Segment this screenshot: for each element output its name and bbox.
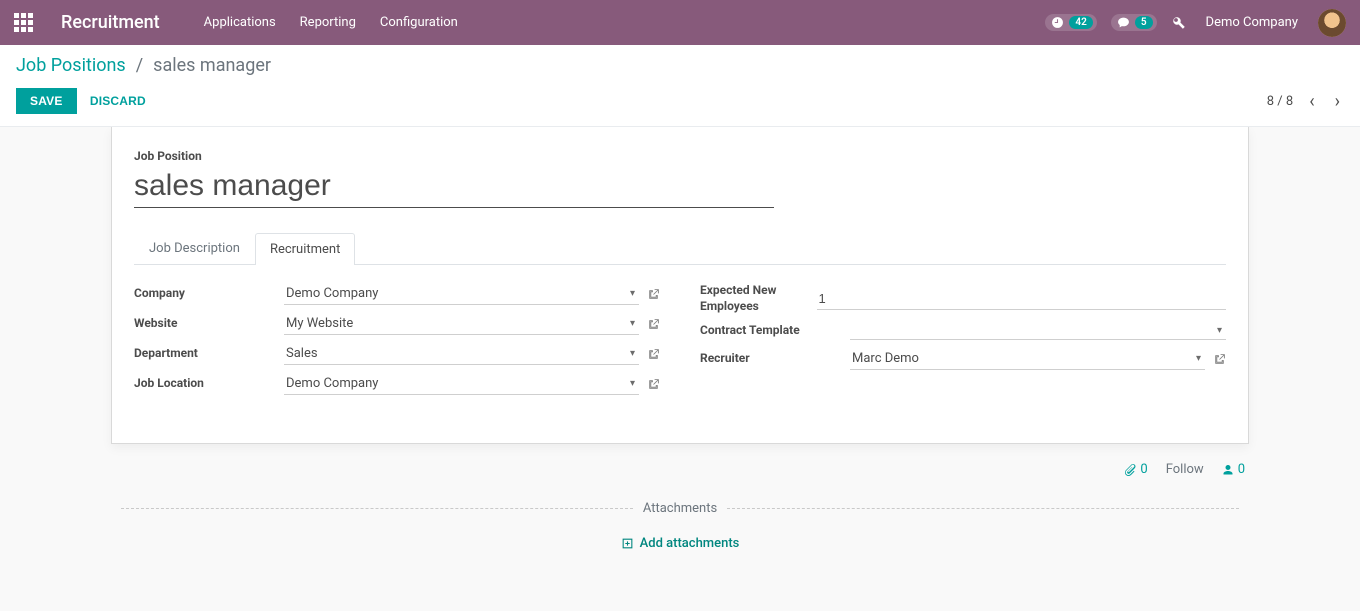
external-link-icon — [647, 348, 660, 361]
recruiter-value: Marc Demo — [852, 351, 919, 366]
tab-body: Company Demo Company ▾ Website My Websit… — [134, 265, 1226, 403]
tab-recruitment[interactable]: Recruitment — [255, 233, 355, 265]
apps-icon[interactable] — [14, 13, 33, 32]
nav-configuration[interactable]: Configuration — [380, 15, 458, 30]
website-value: My Website — [286, 316, 353, 331]
control-bar: Job Positions / sales manager SAVE DISCA… — [0, 45, 1360, 127]
external-link-icon — [1213, 353, 1226, 366]
breadcrumb-current: sales manager — [153, 55, 271, 76]
location-value: Demo Company — [286, 376, 378, 391]
location-input[interactable]: Demo Company ▾ — [284, 373, 639, 395]
chatter: 0 Follow 0 Attachments Add attachments — [111, 454, 1249, 551]
contract-label: Contract Template — [700, 323, 850, 339]
chevron-down-icon[interactable]: ▾ — [626, 288, 639, 299]
nav-applications[interactable]: Applications — [204, 15, 276, 30]
follower-count-value: 0 — [1238, 462, 1245, 477]
attachments-separator: Attachments — [111, 501, 1249, 516]
breadcrumb-root[interactable]: Job Positions — [16, 55, 126, 76]
left-column: Company Demo Company ▾ Website My Websit… — [134, 283, 660, 403]
pager-next[interactable]: › — [1331, 89, 1344, 114]
discard-button[interactable]: DISCARD — [90, 94, 146, 108]
app-brand[interactable]: Recruitment — [61, 12, 160, 33]
company-input[interactable]: Demo Company ▾ — [284, 283, 639, 305]
chevron-down-icon[interactable]: ▾ — [626, 378, 639, 389]
chat-icon — [1117, 16, 1130, 29]
tabs: Job Description Recruitment — [134, 232, 1226, 265]
field-department: Department Sales ▾ — [134, 343, 660, 365]
chevron-down-icon[interactable]: ▾ — [626, 318, 639, 329]
user-avatar[interactable] — [1318, 9, 1346, 37]
paperclip-icon — [1124, 464, 1136, 476]
field-company: Company Demo Company ▾ — [134, 283, 660, 305]
location-external-link[interactable] — [647, 378, 660, 391]
field-website: Website My Website ▾ — [134, 313, 660, 335]
user-icon — [1222, 464, 1234, 476]
pager: 8 / 8 ‹ › — [1267, 89, 1344, 114]
avatar-image — [1318, 9, 1346, 37]
external-link-icon — [647, 288, 660, 301]
field-contract: Contract Template ▾ — [700, 322, 1226, 340]
messages-button[interactable]: 5 — [1111, 14, 1157, 31]
department-external-link[interactable] — [647, 348, 660, 361]
chatter-toolbar: 0 Follow 0 — [111, 454, 1249, 485]
attachments-header: Attachments — [643, 501, 717, 516]
chevron-down-icon[interactable]: ▾ — [1192, 353, 1205, 364]
company-switcher[interactable]: Demo Company — [1200, 15, 1304, 30]
website-external-link[interactable] — [647, 318, 660, 331]
plus-square-icon — [621, 537, 634, 550]
save-button[interactable]: SAVE — [16, 88, 77, 114]
pager-prev[interactable]: ‹ — [1305, 89, 1318, 114]
department-value: Sales — [286, 346, 318, 361]
chevron-down-icon[interactable]: ▾ — [626, 348, 639, 359]
attach-count-value: 0 — [1140, 462, 1147, 477]
company-value: Demo Company — [286, 286, 378, 301]
recruiter-label: Recruiter — [700, 351, 850, 367]
nav-reporting[interactable]: Reporting — [300, 15, 356, 30]
nav-menu: Applications Reporting Configuration — [204, 15, 1046, 30]
department-label: Department — [134, 346, 284, 362]
breadcrumb-separator: / — [136, 55, 143, 76]
tab-job-description[interactable]: Job Description — [134, 232, 255, 264]
website-input[interactable]: My Website ▾ — [284, 313, 639, 335]
job-position-title-input[interactable] — [134, 167, 774, 208]
activities-badge: 42 — [1069, 16, 1092, 29]
form-scroll[interactable]: Job Position Job Description Recruitment… — [0, 127, 1360, 611]
company-label: Company — [134, 286, 284, 302]
attachments-count[interactable]: 0 — [1124, 462, 1147, 477]
expected-input[interactable] — [817, 288, 1226, 310]
location-label: Job Location — [134, 376, 284, 392]
wrench-icon — [1171, 15, 1186, 30]
followers-count[interactable]: 0 — [1222, 462, 1245, 477]
website-label: Website — [134, 316, 284, 332]
field-location: Job Location Demo Company ▾ — [134, 373, 660, 395]
recruiter-external-link[interactable] — [1213, 353, 1226, 366]
messages-badge: 5 — [1135, 16, 1153, 29]
external-link-icon — [647, 318, 660, 331]
recruiter-input[interactable]: Marc Demo ▾ — [850, 348, 1205, 370]
clock-icon — [1051, 16, 1064, 29]
right-column: Expected New Employees Contract Template… — [700, 283, 1226, 403]
activities-button[interactable]: 42 — [1045, 14, 1096, 31]
title-label: Job Position — [134, 149, 1226, 163]
department-input[interactable]: Sales ▾ — [284, 343, 639, 365]
pager-text: 8 / 8 — [1267, 94, 1293, 109]
follow-button[interactable]: Follow — [1166, 462, 1204, 477]
company-external-link[interactable] — [647, 288, 660, 301]
add-attachments-label: Add attachments — [640, 536, 740, 551]
top-nav: Recruitment Applications Reporting Confi… — [0, 0, 1360, 45]
external-link-icon — [647, 378, 660, 391]
field-recruiter: Recruiter Marc Demo ▾ — [700, 348, 1226, 370]
nav-right: 42 5 Demo Company — [1045, 9, 1346, 37]
expected-label: Expected New Employees — [700, 283, 817, 314]
contract-input[interactable]: ▾ — [850, 322, 1226, 340]
breadcrumb: Job Positions / sales manager — [16, 55, 1344, 76]
chevron-down-icon[interactable]: ▾ — [1213, 325, 1226, 336]
add-attachments-button[interactable]: Add attachments — [111, 536, 1249, 551]
debug-icon[interactable] — [1171, 15, 1186, 30]
field-expected: Expected New Employees — [700, 283, 1226, 314]
form-sheet: Job Position Job Description Recruitment… — [111, 127, 1249, 444]
